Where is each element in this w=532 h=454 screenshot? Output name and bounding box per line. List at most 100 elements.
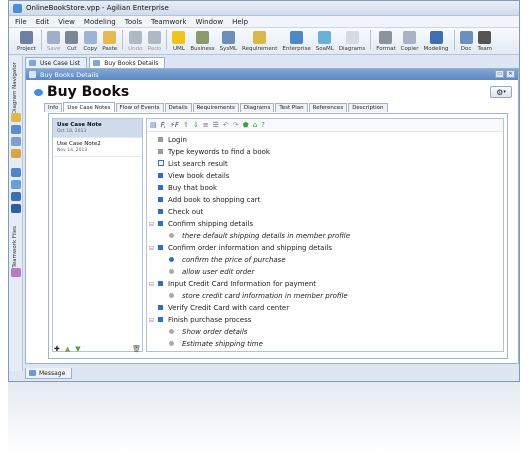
diagrams-button[interactable]: Diagrams (339, 31, 365, 52)
tab-use-case-list[interactable]: Use Case List (25, 57, 88, 68)
trash-icon[interactable]: 🗑 (132, 345, 141, 353)
copy-button[interactable]: Copy (83, 31, 97, 52)
list-item[interactable]: List search result (147, 158, 503, 170)
teamwork-icon[interactable] (11, 268, 21, 277)
soaml-button[interactable]: SoaML (316, 31, 334, 52)
format-painter-icon[interactable]: ⚡F (170, 121, 179, 129)
list-item[interactable]: Type keywords to find a book (147, 146, 503, 158)
stencil-icon[interactable] (11, 180, 21, 189)
class-repository-icon[interactable] (11, 137, 21, 146)
shape-icon[interactable]: ⬟ (243, 121, 249, 129)
team-button[interactable]: Team (478, 31, 492, 52)
settings-button[interactable]: ⚙ ▾ (490, 86, 512, 98)
list-item[interactable]: confirm the price of purchase (147, 254, 503, 266)
restore-icon[interactable]: ▭ (495, 70, 504, 78)
format-button[interactable]: Format (376, 31, 396, 52)
tab-use-case-notes[interactable]: Use Case Notes (63, 102, 115, 112)
list-item[interactable]: ⊟ Confirm order information and shipping … (147, 242, 503, 254)
teamwork-files-label[interactable]: Teamwork Files (12, 226, 18, 268)
close-icon[interactable]: ✕ (506, 70, 515, 78)
property-icon[interactable] (11, 125, 21, 134)
list-item[interactable]: Show order details (147, 326, 503, 338)
menu-help[interactable]: Help (232, 18, 248, 26)
redo-icon[interactable]: ↷ (233, 121, 239, 129)
doc-button[interactable]: Doc (459, 31, 473, 52)
menu-modeling[interactable]: Modeling (84, 18, 116, 26)
list-item[interactable]: Use Case Note Oct 18, 2013 (53, 119, 142, 138)
list-item[interactable]: ⊟ Confirm shipping details (147, 218, 503, 230)
uml-button[interactable]: UML (172, 31, 186, 52)
cut-button[interactable]: Cut (65, 31, 79, 52)
paste-button[interactable]: Paste (102, 31, 117, 52)
menu-tools[interactable]: Tools (125, 18, 142, 26)
copier-button[interactable]: Copier (401, 31, 419, 52)
model-explorer-icon[interactable] (11, 113, 21, 122)
list-item[interactable]: Check out (147, 206, 503, 218)
tab-label: Use Case List (40, 59, 81, 67)
use-case-name[interactable]: Buy Books (47, 84, 129, 100)
comments-icon[interactable] (11, 204, 21, 213)
tab-info[interactable]: Info (44, 103, 63, 112)
collapse-icon[interactable]: ⊟ (148, 317, 155, 324)
align-right-icon[interactable]: ☰ (213, 121, 219, 129)
list-item[interactable]: ⊟ Finish purchase process (147, 314, 503, 326)
list-item[interactable]: Verify Credit Card with card center (147, 302, 503, 314)
modeling-button[interactable]: Modeling (424, 31, 449, 52)
redo-button[interactable]: Redo (148, 31, 161, 52)
page-icon[interactable]: ▤ (150, 121, 157, 129)
help-icon[interactable]: ? (261, 121, 265, 129)
layers-icon[interactable] (11, 192, 21, 201)
menu-edit[interactable]: Edit (36, 18, 50, 26)
list-item[interactable]: ⊟ Input Credit Card Information for payme… (147, 278, 503, 290)
tab-details[interactable]: Details (164, 103, 192, 112)
move-down-icon[interactable]: ▼ (75, 345, 80, 353)
font-icon[interactable]: F, (161, 121, 166, 129)
tab-buy-books-details[interactable]: Buy Books Details (89, 57, 166, 68)
menu-file[interactable]: File (15, 18, 27, 26)
list-item[interactable]: store credit card information in member … (147, 290, 503, 302)
diagram-navigator-label[interactable]: Diagram Navigator (12, 62, 18, 114)
list-item[interactable]: View book details (147, 170, 503, 182)
collapse-icon[interactable]: ⊟ (148, 281, 155, 288)
move-up-icon[interactable]: ▲ (65, 345, 70, 353)
list-item[interactable]: Add book to shopping cart (147, 194, 503, 206)
note-editor[interactable]: ▤ F, ⚡F ⇑ ⇓ ≡ ☰ ↶ ↷ ⬟ ⌂ ? Login Type keyw… (146, 118, 504, 352)
list-item[interactable]: Buy that book (147, 182, 503, 194)
tab-diagrams[interactable]: Diagrams (239, 103, 275, 112)
requirement-button[interactable]: Requirement (242, 31, 277, 52)
toolbar-label: Doc (460, 46, 472, 52)
list-item[interactable]: there default shipping details in member… (147, 230, 503, 242)
home-icon[interactable]: ⌂ (253, 121, 257, 129)
tab-requirements[interactable]: Requirements (192, 103, 239, 112)
undo-icon[interactable]: ↶ (223, 121, 229, 129)
collapse-icon[interactable]: ⊟ (148, 221, 155, 228)
logical-view-icon[interactable] (11, 149, 21, 158)
add-icon[interactable]: ✚ (54, 345, 60, 353)
undo-button[interactable]: Undo (128, 31, 143, 52)
indent-up-icon[interactable]: ⇑ (183, 121, 189, 129)
indent-down-icon[interactable]: ⇓ (193, 121, 199, 129)
tab-references[interactable]: References (308, 103, 348, 112)
list-item[interactable]: Login (147, 134, 503, 146)
list-item[interactable]: allow user edit order (147, 266, 503, 278)
tab-flow-of-events[interactable]: Flow of Events (115, 103, 164, 112)
collapse-icon[interactable]: ⊟ (148, 245, 155, 252)
project-button[interactable]: Project (17, 31, 36, 52)
list-item[interactable]: Estimate shipping time (147, 338, 503, 350)
menu-window[interactable]: Window (195, 18, 223, 26)
list-item[interactable]: Use Case Note2 Nov 14, 2013 (53, 138, 142, 157)
menu-view[interactable]: View (58, 18, 75, 26)
diagram-backlog-icon[interactable] (11, 168, 21, 177)
enterprise-button[interactable]: Enterprise (282, 31, 311, 52)
bullet-icon (158, 197, 163, 202)
tab-message[interactable]: Message (25, 368, 73, 379)
sysml-button[interactable]: SysML (220, 31, 237, 52)
tab-test-plan[interactable]: Test Plan (275, 103, 308, 112)
toolbar-label: Format (376, 46, 396, 52)
menu-teamwork[interactable]: Teamwork (151, 18, 186, 26)
align-left-icon[interactable]: ≡ (203, 121, 209, 129)
line-text: List search result (168, 160, 228, 168)
tab-description[interactable]: Description (348, 103, 388, 112)
business-button[interactable]: Business (190, 31, 215, 52)
save-button[interactable]: Save (47, 31, 60, 52)
